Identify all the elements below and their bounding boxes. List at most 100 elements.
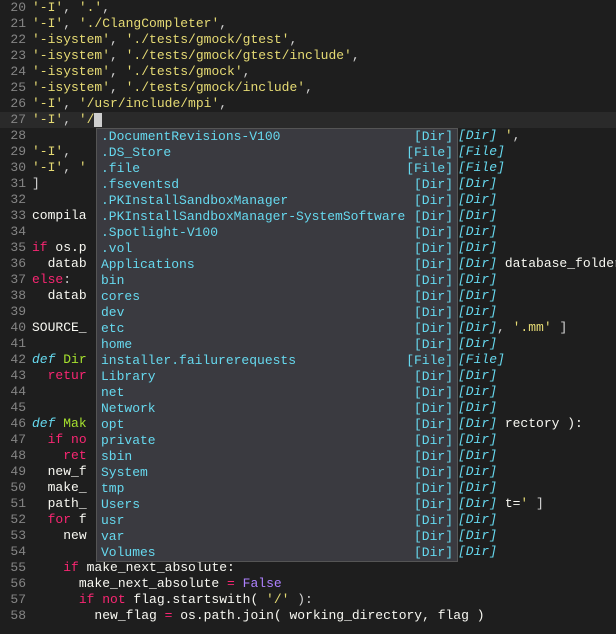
code-line[interactable]: 21'-I', './ClangCompleter', bbox=[0, 16, 616, 32]
line-number: 55 bbox=[0, 560, 32, 576]
autocomplete-item[interactable]: .DS_Store[File] bbox=[97, 145, 457, 161]
code-content[interactable]: '-isystem', './tests/gmock/gtest', bbox=[32, 32, 616, 48]
autocomplete-item[interactable]: cores[Dir] bbox=[97, 289, 457, 305]
autocomplete-item[interactable]: private[Dir] bbox=[97, 433, 457, 449]
autocomplete-item-kind: [Dir] bbox=[414, 337, 453, 353]
autocomplete-item[interactable]: installer.failurerequests[File] bbox=[97, 353, 457, 369]
autocomplete-item[interactable]: home [Dir] bbox=[97, 337, 457, 353]
code-line[interactable]: 55 if make_next_absolute: bbox=[0, 560, 616, 576]
autocomplete-item-name: cores bbox=[101, 289, 140, 305]
autocomplete-item[interactable]: .file[File] bbox=[97, 161, 457, 177]
autocomplete-item[interactable]: .PKInstallSandboxManager-SystemSoftware [… bbox=[97, 209, 457, 225]
autocomplete-item-name: Volumes bbox=[101, 545, 156, 561]
autocomplete-item-name: usr bbox=[101, 513, 124, 529]
autocomplete-item[interactable]: dev[Dir] bbox=[97, 305, 457, 321]
code-line[interactable]: 56 make_next_absolute = False bbox=[0, 576, 616, 592]
code-content[interactable]: '-isystem', './tests/gmock/include', bbox=[32, 80, 616, 96]
code-content[interactable]: '-I', '.', bbox=[32, 0, 616, 16]
autocomplete-item[interactable]: System[Dir] bbox=[97, 465, 457, 481]
code-content[interactable]: new_flag = os.path.join( working_directo… bbox=[32, 608, 616, 624]
code-line[interactable]: 20'-I', '.', bbox=[0, 0, 616, 16]
autocomplete-item[interactable]: Applications [Dir] bbox=[97, 257, 457, 273]
code-continuation: [Dir] bbox=[458, 288, 497, 304]
code-content[interactable]: '-isystem', './tests/gmock/gtest/include… bbox=[32, 48, 616, 64]
code-content[interactable]: if make_next_absolute: bbox=[32, 560, 616, 576]
autocomplete-item-name: var bbox=[101, 529, 124, 545]
autocomplete-item[interactable]: opt [Dir] bbox=[97, 417, 457, 433]
code-continuation: [Dir] bbox=[458, 304, 497, 320]
line-number: 51 bbox=[0, 496, 32, 512]
code-line[interactable]: 25'-isystem', './tests/gmock/include', bbox=[0, 80, 616, 96]
autocomplete-popup[interactable]: .DocumentRevisions-V100[Dir].DS_Store[Fi… bbox=[96, 128, 458, 562]
code-content[interactable]: '-I', '/usr/include/mpi', bbox=[32, 96, 616, 112]
autocomplete-item[interactable]: .DocumentRevisions-V100[Dir] bbox=[97, 129, 457, 145]
autocomplete-item-name: .DocumentRevisions-V100 bbox=[101, 129, 280, 145]
autocomplete-item[interactable]: .fseventsd[Dir] bbox=[97, 177, 457, 193]
autocomplete-item-name: .vol bbox=[101, 241, 132, 257]
autocomplete-item-kind: [Dir] bbox=[414, 385, 453, 401]
line-number: 21 bbox=[0, 16, 32, 32]
autocomplete-item-kind: [Dir] bbox=[414, 369, 453, 385]
autocomplete-item-kind: [Dir] bbox=[414, 241, 453, 257]
line-number: 26 bbox=[0, 96, 32, 112]
text-cursor bbox=[94, 113, 102, 127]
code-continuation: [Dir] bbox=[458, 192, 497, 208]
autocomplete-item[interactable]: .PKInstallSandboxManager[Dir] bbox=[97, 193, 457, 209]
autocomplete-item[interactable]: var [Dir] bbox=[97, 529, 457, 545]
code-line[interactable]: 22'-isystem', './tests/gmock/gtest', bbox=[0, 32, 616, 48]
line-number: 33 bbox=[0, 208, 32, 224]
code-content[interactable]: '-I', '/ bbox=[32, 112, 616, 128]
autocomplete-item-name: .DS_Store bbox=[101, 145, 171, 161]
code-line[interactable]: 27'-I', '/ bbox=[0, 112, 616, 128]
autocomplete-item-kind: [Dir] bbox=[414, 321, 453, 337]
autocomplete-item[interactable]: Network[Dir] bbox=[97, 401, 457, 417]
autocomplete-item[interactable]: sbin[Dir] bbox=[97, 449, 457, 465]
line-number: 37 bbox=[0, 272, 32, 288]
autocomplete-item-kind: [Dir] bbox=[414, 529, 453, 545]
line-number: 27 bbox=[0, 112, 32, 128]
autocomplete-item[interactable]: etc[Dir] bbox=[97, 321, 457, 337]
autocomplete-item-kind: [Dir] bbox=[414, 225, 453, 241]
autocomplete-item[interactable]: Library [Dir] bbox=[97, 369, 457, 385]
code-content[interactable]: '-isystem', './tests/gmock', bbox=[32, 64, 616, 80]
line-number: 46 bbox=[0, 416, 32, 432]
line-number: 57 bbox=[0, 592, 32, 608]
autocomplete-item[interactable]: Volumes[Dir] bbox=[97, 545, 457, 561]
autocomplete-item-kind: [Dir] bbox=[414, 209, 453, 225]
line-number: 29 bbox=[0, 144, 32, 160]
line-number: 54 bbox=[0, 544, 32, 560]
autocomplete-item-name: Applications bbox=[101, 257, 195, 273]
code-line[interactable]: 23'-isystem', './tests/gmock/gtest/inclu… bbox=[0, 48, 616, 64]
autocomplete-item-name: net bbox=[101, 385, 124, 401]
autocomplete-item-kind: [Dir] bbox=[414, 257, 453, 273]
code-content[interactable]: make_next_absolute = False bbox=[32, 576, 616, 592]
autocomplete-item[interactable]: .Spotlight-V100[Dir] bbox=[97, 225, 457, 241]
code-line[interactable]: 57 if not flag.startswith( '/' ): bbox=[0, 592, 616, 608]
autocomplete-item-name: opt bbox=[101, 417, 124, 433]
code-continuation: [Dir] bbox=[458, 528, 497, 544]
autocomplete-item[interactable]: bin[Dir] bbox=[97, 273, 457, 289]
line-number: 43 bbox=[0, 368, 32, 384]
code-content[interactable]: if not flag.startswith( '/' ): bbox=[32, 592, 616, 608]
line-number: 52 bbox=[0, 512, 32, 528]
line-number: 30 bbox=[0, 160, 32, 176]
autocomplete-item[interactable]: tmp[Dir] bbox=[97, 481, 457, 497]
autocomplete-item-name: .PKInstallSandboxManager-SystemSoftware bbox=[101, 209, 405, 225]
autocomplete-item-name: home bbox=[101, 337, 132, 353]
code-line[interactable]: 26'-I', '/usr/include/mpi', bbox=[0, 96, 616, 112]
code-content[interactable]: '-I', './ClangCompleter', bbox=[32, 16, 616, 32]
line-number: 22 bbox=[0, 32, 32, 48]
autocomplete-item-kind: [Dir] bbox=[414, 177, 453, 193]
autocomplete-item[interactable]: usr[Dir] bbox=[97, 513, 457, 529]
autocomplete-item-name: Library bbox=[101, 369, 156, 385]
autocomplete-item[interactable]: .vol [Dir] bbox=[97, 241, 457, 257]
autocomplete-item-name: installer.failurerequests bbox=[101, 353, 296, 369]
line-number: 48 bbox=[0, 448, 32, 464]
autocomplete-item[interactable]: net [Dir] bbox=[97, 385, 457, 401]
code-line[interactable]: 24'-isystem', './tests/gmock', bbox=[0, 64, 616, 80]
autocomplete-item-name: .file bbox=[101, 161, 140, 177]
code-continuation: [Dir] bbox=[458, 368, 497, 384]
code-line[interactable]: 58 new_flag = os.path.join( working_dire… bbox=[0, 608, 616, 624]
autocomplete-item[interactable]: Users[Dir] bbox=[97, 497, 457, 513]
autocomplete-item-kind: [Dir] bbox=[414, 417, 453, 433]
